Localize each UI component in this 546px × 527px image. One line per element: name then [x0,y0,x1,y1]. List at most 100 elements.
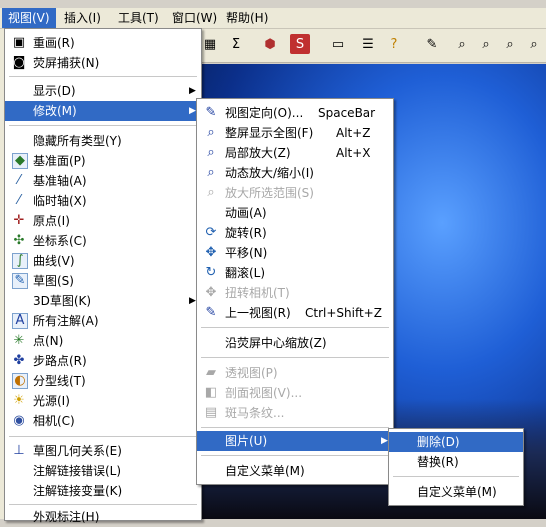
zoom-fit-icon[interactable]: ⌕ [452,34,472,54]
solidworks-icon[interactable]: S [290,34,310,54]
menu-divider [201,455,389,456]
menu-item-annotation-link-errors[interactable]: 注解链接错误(L) [5,461,201,481]
menu-item-shortcut: Alt+X [336,146,371,160]
menubar: 视图(V) 插入(I) 工具(T) 窗口(W) 帮助(H) [0,8,546,29]
submenu-arrow-icon: ▶ [189,106,196,116]
menu-item-lights[interactable]: ☀ 光源(I) [5,391,201,411]
list-icon[interactable]: ☰ [358,34,378,54]
menu-item-appearance-callouts[interactable]: 外观标注(H) [5,507,201,527]
part-icon[interactable]: ⬢ [260,34,280,54]
menu-item-zoom-to-fit[interactable]: ⌕ 整屏显示全图(F) Alt+Z [197,123,393,143]
menu-item-customize-menu[interactable]: 自定义菜单(M) [197,461,393,481]
route-point-icon: ✤ [13,353,25,368]
menu-divider [201,357,389,358]
menu-item-label: 局部放大(Z) [225,146,291,160]
annotation-icon: A [12,313,28,329]
coordinate-system-icon: ✣ [13,233,25,248]
menu-item-label: 替换(R) [417,455,459,469]
menu-item-label: 草图(S) [33,274,74,288]
menu-item-temporary-axes[interactable]: ⁄ 临时轴(X) [5,191,201,211]
menu-help[interactable]: 帮助(H) [220,8,274,28]
menu-item-delete[interactable]: 删除(D) [389,432,523,452]
menu-item-label: 荧屏捕获(N) [33,56,100,70]
axis-icon: ⁄ [17,173,21,188]
menu-item-zoom-about-screen-center[interactable]: 沿荧屏中心缩放(Z) [197,333,393,353]
menu-item-route-points[interactable]: ✤ 步路点(R) [5,351,201,371]
menu-item-cameras[interactable]: ◉ 相机(C) [5,411,201,431]
menu-window[interactable]: 窗口(W) [166,8,223,28]
zoom-fit-icon: ⌕ [207,125,215,140]
menu-item-label: 修改(M) [33,104,77,118]
menu-item-points[interactable]: ✳ 点(N) [5,331,201,351]
menu-item-view-orientation[interactable]: ✎ 视图定向(O)... SpaceBar [197,103,393,123]
menu-item-zoom-in-out[interactable]: ⌕ 动态放大/缩小(I) [197,163,393,183]
perspective-icon: ▰ [206,365,216,380]
menu-item-pan[interactable]: ✥ 平移(N) [197,243,393,263]
zoom-selection-icon[interactable]: ⌕ [524,34,544,54]
menu-divider [9,76,197,77]
menu-item-label: 光源(I) [33,394,70,408]
menu-insert[interactable]: 插入(I) [58,8,107,28]
menu-item-all-annotations[interactable]: A 所有注解(A) [5,311,201,331]
zoom-area-icon[interactable]: ⌕ [476,34,496,54]
plane-icon: ◆ [12,153,28,169]
menu-item-label: 剖面视图(V)... [225,386,303,400]
menu-divider [9,436,197,437]
section-view-icon: ◧ [204,385,218,400]
zoom-dynamic-icon[interactable]: ⌕ [500,34,520,54]
menu-item-planes[interactable]: ◆ 基准面(P) [5,151,201,171]
menu-item-label: 注解链接变量(K) [33,484,123,498]
menu-item-redraw[interactable]: ▣ 重画(R) [5,33,201,53]
menu-item-sketch-relations[interactable]: ⊥ 草图几何关系(E) [5,441,201,461]
menu-item-shortcut: SpaceBar [318,106,376,120]
sketch-icon: ✎ [12,273,28,289]
menu-item-modify[interactable]: 修改(M) ▶ [5,101,201,121]
menu-item-label: 分型线(T) [33,374,86,388]
menu-item-axes[interactable]: ⁄ 基准轴(A) [5,171,201,191]
menu-item-label: 注解链接错误(L) [33,464,122,478]
grid-icon[interactable]: ▦ [200,34,220,54]
menu-item-hide-all-types[interactable]: 隐藏所有类型(Y) [5,131,201,151]
menu-item-label: 自定义菜单(M) [225,464,305,478]
window-icon[interactable]: ▭ [328,34,348,54]
menu-item-rotate[interactable]: ⟳ 旋转(R) [197,223,393,243]
menu-item-screen-capture[interactable]: ◙ 荧屏捕获(N) [5,53,201,73]
menu-item-label: 上一视图(R) [225,306,291,320]
help-icon[interactable]: ? [384,34,404,54]
menu-item-label: 动画(A) [225,206,267,220]
menu-tools[interactable]: 工具(T) [112,8,165,28]
menu-item-zoom-to-selection: ⌕ 放大所选范围(S) [197,183,393,203]
menu-item-parting-lines[interactable]: ◐ 分型线(T) [5,371,201,391]
menu-item-label: 原点(I) [33,214,70,228]
menu-item-customize-menu[interactable]: 自定义菜单(M) [389,482,523,502]
menu-item-previous-view[interactable]: ✎ 上一视图(R) Ctrl+Shift+Z [197,303,393,323]
menu-view[interactable]: 视图(V) [2,8,56,28]
menu-item-annotation-link-variables[interactable]: 注解链接变量(K) [5,481,201,501]
menu-item-picture[interactable]: 图片(U) ▶ [197,431,393,451]
menu-divider [9,504,197,505]
menu-item-label: 平移(N) [225,246,268,260]
view-orientation-icon[interactable]: ✎ [422,34,442,54]
modify-submenu: ✎ 视图定向(O)... SpaceBar ⌕ 整屏显示全图(F) Alt+Z … [196,98,394,485]
menu-item-zoom-to-area[interactable]: ⌕ 局部放大(Z) Alt+X [197,143,393,163]
previous-view-icon: ✎ [205,305,217,320]
menu-item-origins[interactable]: ✛ 原点(I) [5,211,201,231]
menu-item-roll[interactable]: ↻ 翻滚(L) [197,263,393,283]
parting-line-icon: ◐ [12,373,28,389]
pan-icon: ✥ [205,245,217,260]
menu-item-label: 透视图(P) [225,366,278,380]
menu-item-3d-sketches[interactable]: 3D草图(K) ▶ [5,291,201,311]
menu-item-curves[interactable]: ∫ 曲线(V) [5,251,201,271]
menu-item-sketches[interactable]: ✎ 草图(S) [5,271,201,291]
menu-item-label: 显示(D) [33,84,76,98]
menu-item-replace[interactable]: 替换(R) [389,452,523,472]
menu-item-label: 所有注解(A) [33,314,99,328]
menu-item-coordinate-systems[interactable]: ✣ 坐标系(C) [5,231,201,251]
menu-item-label: 放大所选范围(S) [225,186,314,200]
menu-divider [9,125,197,126]
menu-item-animation[interactable]: 动画(A) [197,203,393,223]
view-orientation-icon: ✎ [205,105,217,120]
menu-item-display[interactable]: 显示(D) ▶ [5,81,201,101]
measure-icon[interactable]: Σ [226,34,246,54]
submenu-arrow-icon: ▶ [189,86,196,96]
